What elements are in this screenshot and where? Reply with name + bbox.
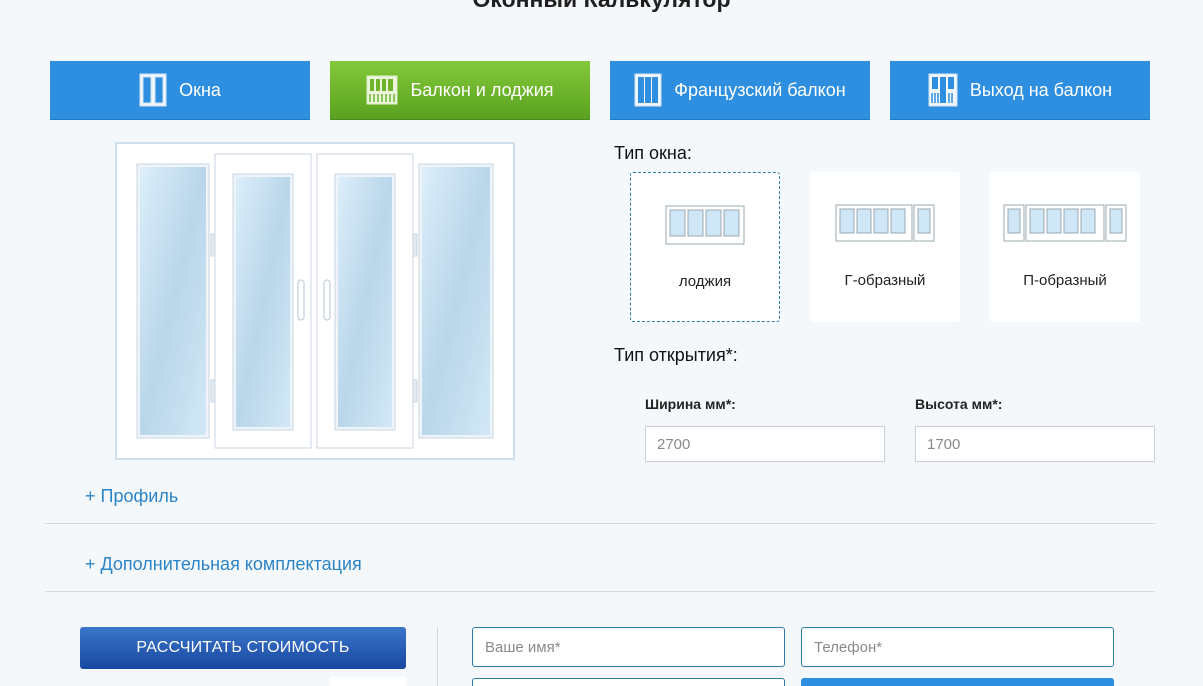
card-label: Г-образный (844, 272, 926, 289)
tab-windows[interactable]: Окна (50, 61, 310, 120)
required-mark: * (725, 345, 733, 365)
window-type-l-shaped[interactable]: Г-образный (810, 172, 960, 322)
tab-label: Окна (179, 79, 221, 100)
vertical-divider (437, 627, 438, 686)
calculate-cost-button[interactable]: РАССЧИТАТЬ СТОИМОСТЬ (80, 627, 406, 669)
window-type-title: Тип окна: (614, 143, 692, 163)
width-label-text: Ширина мм (645, 396, 726, 412)
submit-button[interactable] (801, 678, 1114, 686)
label-suffix: : (732, 345, 738, 365)
window-preview (115, 142, 515, 460)
label-suffix: : (731, 396, 736, 412)
card-label: П-образный (1023, 272, 1107, 289)
tab-label: Балкон и лоджия (410, 79, 554, 100)
profile-expander[interactable]: + Профиль (85, 486, 178, 507)
divider (45, 523, 1155, 524)
tab-label: Выход на балкон (969, 79, 1113, 100)
balcony-icon (366, 75, 398, 105)
width-label: Ширина мм*: (645, 396, 736, 412)
french-balcony-icon (634, 73, 662, 107)
name-input[interactable] (472, 627, 785, 667)
divider (45, 591, 1155, 592)
tab-french-balcony[interactable]: Французский балкон (610, 61, 870, 120)
label-suffix: : (997, 396, 1003, 412)
tab-label: Французский балкон (674, 79, 846, 100)
loggia-icon (665, 205, 745, 245)
tab-balcony[interactable]: Балкон и лоджия (330, 61, 590, 120)
page-title: Оконный Калькулятор (0, 0, 1203, 13)
extras-expander[interactable]: + Дополнительная комплектация (85, 554, 362, 575)
opening-type-label: Тип открытия (614, 345, 726, 365)
tab-balcony-door[interactable]: Выход на балкон (890, 61, 1150, 120)
extra-input[interactable] (472, 678, 785, 686)
window-type-u-shaped[interactable]: П-образный (990, 172, 1140, 322)
phone-input[interactable] (801, 627, 1114, 667)
secondary-panel (330, 677, 406, 686)
height-label: Высота мм*: (915, 396, 1002, 412)
opening-type-title: Тип открытия*: (614, 345, 738, 366)
window-type-loggia[interactable]: лоджия (630, 172, 780, 322)
window-icon (139, 73, 167, 107)
width-input[interactable] (645, 426, 885, 462)
balcony-door-icon (928, 73, 958, 107)
l-shaped-icon (835, 204, 935, 242)
u-shaped-icon (1003, 204, 1127, 242)
height-input[interactable] (915, 426, 1155, 462)
height-label-text: Высота мм (915, 396, 993, 412)
card-label: лоджия (678, 273, 732, 290)
